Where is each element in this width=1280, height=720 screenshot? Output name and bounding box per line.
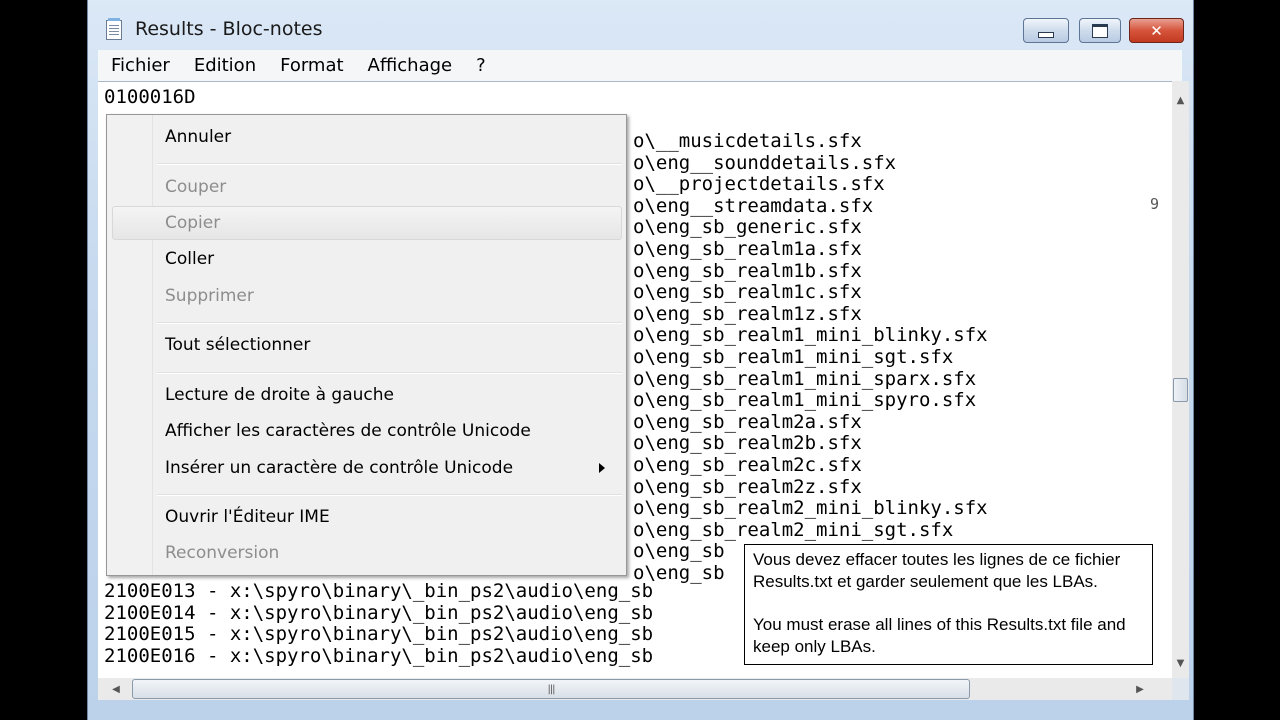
text-line: o\__musicdetails.sfx [633,130,862,152]
text-line: o\eng__streamdata.sfx [633,194,874,217]
menu-affichage[interactable]: Affichage [356,55,465,76]
maximize-icon [1092,23,1108,38]
text-line: 2100E013 - x:\spyro\binary\_bin_ps2\audi… [104,580,654,602]
arrow-down-icon[interactable]: ▼ [1172,653,1189,673]
window-title: Results - Bloc-notes [135,18,323,40]
vertical-scroll-thumb[interactable] [1173,378,1188,402]
minimize-icon [1038,31,1054,38]
tooltip-text-en: You must erase all lines of this Results… [753,615,1126,656]
minimize-button[interactable] [1023,18,1069,43]
text-line: o\eng_sb_realm2c.sfx [633,454,862,476]
text-line: 2100E014 - x:\spyro\binary\_bin_ps2\audi… [104,601,654,624]
close-button[interactable]: ✕ [1129,18,1184,43]
menu-separator [157,163,622,165]
text-line: 2100E016 - x:\spyro\binary\_bin_ps2\audi… [104,644,654,667]
menu-separator [157,372,622,374]
text-line: o\eng_sb_realm1_mini_sgt.sfx [633,346,954,368]
menu-item-inserer-unicode[interactable]: Insérer un caractère de contrôle Unicode [165,458,513,478]
notepad-icon[interactable] [106,18,122,40]
title-bar[interactable]: Results - Bloc-notes ✕ [88,0,1193,48]
text-line: o\eng_sb_realm1z.sfx [633,302,862,325]
text-line: o\eng_sb_realm2_mini_blinky.sfx [633,497,988,520]
menu-item-supprimer[interactable]: Supprimer [165,286,254,306]
text-line: 0100016D [104,86,196,108]
menu-bar: Fichier Edition Format Affichage ? [98,50,1182,81]
text-line: o\eng_sb_realm2z.sfx [633,475,862,498]
text-line: o\eng_sb_realm1_mini_blinky.sfx [633,324,988,347]
menu-item-ouvrir-ime[interactable]: Ouvrir l'Éditeur IME [165,507,330,527]
text-line: o\eng_sb_realm1a.sfx [633,238,862,260]
menu-item-annuler[interactable]: Annuler [165,127,231,147]
menu-fichier[interactable]: Fichier [98,55,182,76]
arrow-left-icon[interactable]: ◀ [106,678,126,700]
text-line: o\eng__sounddetails.sfx [633,151,897,174]
menu-item-copier[interactable]: Copier [165,213,220,233]
menu-edition[interactable]: Edition [182,55,268,76]
context-menu-gutter [107,115,153,575]
menu-item-afficher-unicode[interactable]: Afficher les caractères de contrôle Unic… [165,421,531,441]
text-line: o\eng_sb_realm2_mini_sgt.sfx [633,518,954,541]
text-line: o\eng_sb_realm2b.sfx [633,432,862,455]
menu-help[interactable]: ? [464,55,498,76]
menu-item-reconversion[interactable]: Reconversion [165,543,279,563]
text-line: o\eng_sb_realm1_mini_spyro.sfx [633,389,977,412]
close-icon: ✕ [1150,21,1163,40]
menu-item-coller[interactable]: Coller [165,249,214,269]
menu-separator [157,494,622,496]
tooltip-text-fr: Vous devez effacer toutes les lignes de … [753,550,1121,591]
arrow-right-icon[interactable]: ▶ [1130,678,1150,700]
menu-item-tout-selectionner[interactable]: Tout sélectionner [165,335,310,355]
text-line: 2100E015 - x:\spyro\binary\_bin_ps2\audi… [104,623,654,646]
text-line: o\eng_sb_realm1b.sfx [633,259,862,282]
text-line: o\eng_sb_realm1c.sfx [633,281,862,304]
vertical-scrollbar[interactable]: ▲ ▼ [1172,81,1189,678]
menu-separator [157,322,622,324]
text-line: o\eng_sb [633,540,725,563]
context-menu: Annuler Couper Copier Coller Supprimer T… [106,114,627,576]
arrow-up-icon[interactable]: ▲ [1172,90,1189,110]
size-grip[interactable] [1172,678,1189,700]
text-line: o\eng_sb_generic.sfx [633,216,862,239]
text-line: o\eng_sb_realm1_mini_sparx.sfx [633,367,977,390]
menu-item-couper[interactable]: Couper [165,177,226,197]
horizontal-scroll-thumb[interactable]: ||| [132,679,970,699]
chevron-right-icon [599,463,605,473]
menu-item-lecture-rtl[interactable]: Lecture de droite à gauche [165,385,394,405]
clipped-text: 9 [1150,195,1160,213]
text-line: o\eng_sb_realm2a.sfx [633,410,862,433]
annotation-tooltip: Vous devez effacer toutes les lignes de … [744,544,1153,665]
menu-format[interactable]: Format [268,55,355,76]
text-line: o\__projectdetails.sfx [633,173,885,196]
maximize-button[interactable] [1079,18,1121,43]
horizontal-scrollbar[interactable]: ◀ ||| ▶ [98,678,1172,700]
